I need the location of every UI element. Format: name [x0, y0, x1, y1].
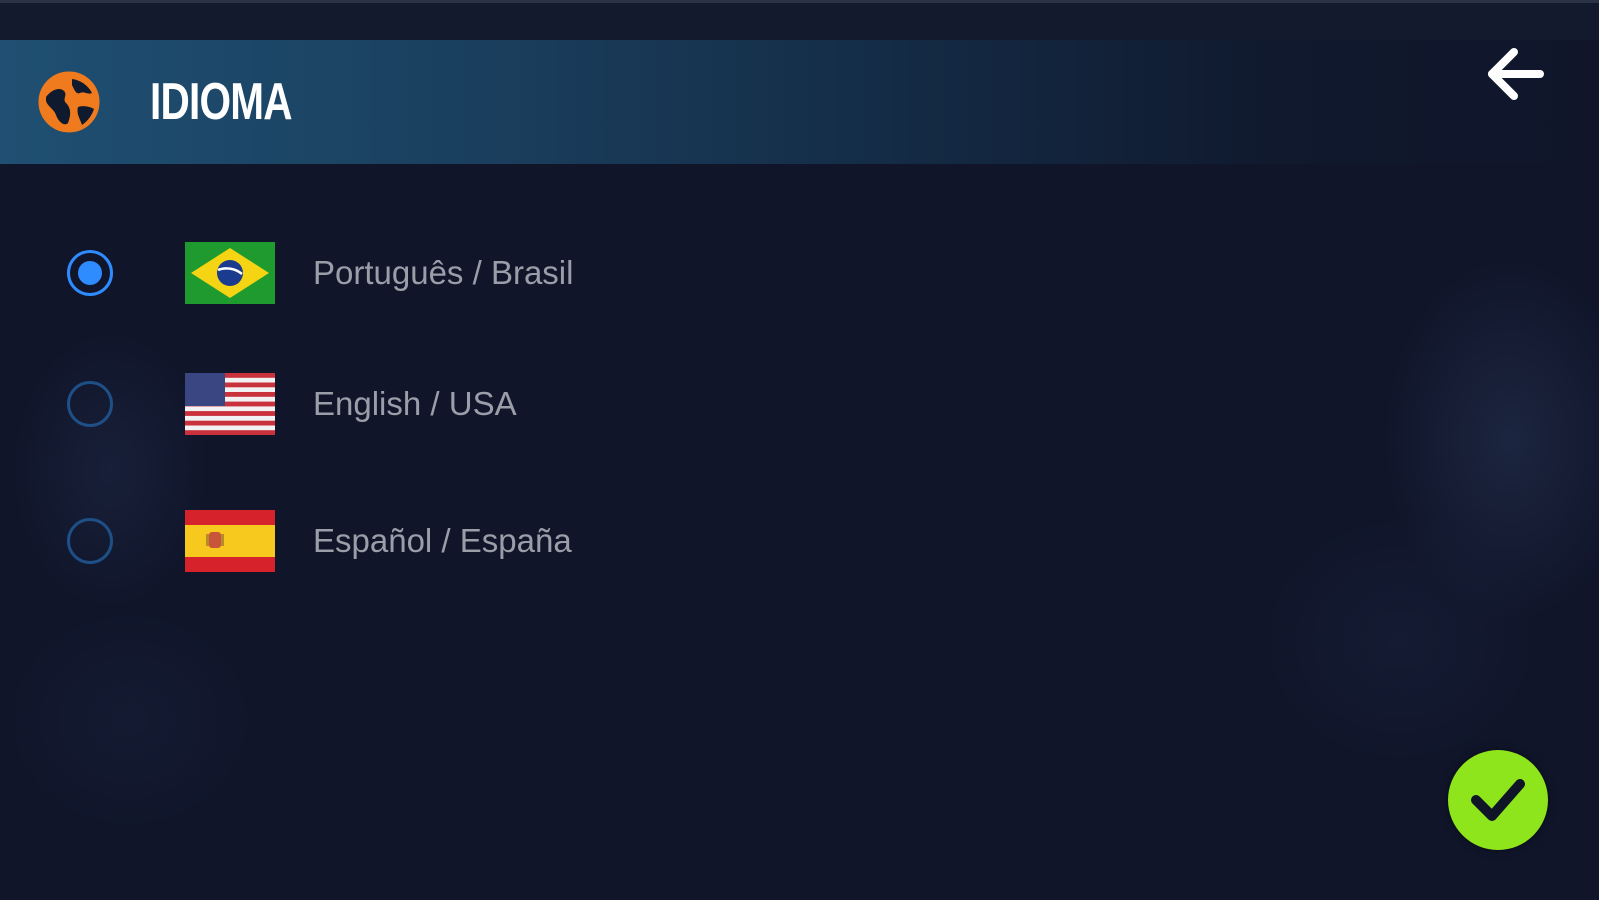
language-option-es-es[interactable]: Español / España — [60, 500, 780, 580]
language-label: Português / Brasil — [313, 254, 574, 291]
radio-button[interactable] — [67, 381, 113, 427]
language-screen: IDIOMA Português / Brasil English / USA … — [0, 0, 1599, 900]
arrow-left-icon — [1488, 48, 1544, 100]
page-title: IDIOMA — [150, 73, 293, 131]
language-option-pt-br[interactable]: Português / Brasil — [60, 232, 780, 312]
checkmark-icon — [1471, 779, 1525, 821]
language-option-en-us[interactable]: English / USA — [60, 363, 780, 443]
radio-dot — [78, 261, 102, 285]
back-button[interactable] — [1480, 44, 1550, 108]
confirm-button[interactable] — [1448, 750, 1548, 850]
usa-flag-icon — [185, 373, 275, 435]
language-label: English / USA — [313, 385, 517, 422]
brazil-flag-icon — [185, 242, 275, 304]
spain-flag-icon — [185, 510, 275, 572]
globe-icon — [38, 71, 100, 133]
radio-button-selected[interactable] — [67, 250, 113, 296]
top-strip — [0, 0, 1599, 40]
radio-button[interactable] — [67, 518, 113, 564]
language-label: Español / España — [313, 522, 572, 559]
